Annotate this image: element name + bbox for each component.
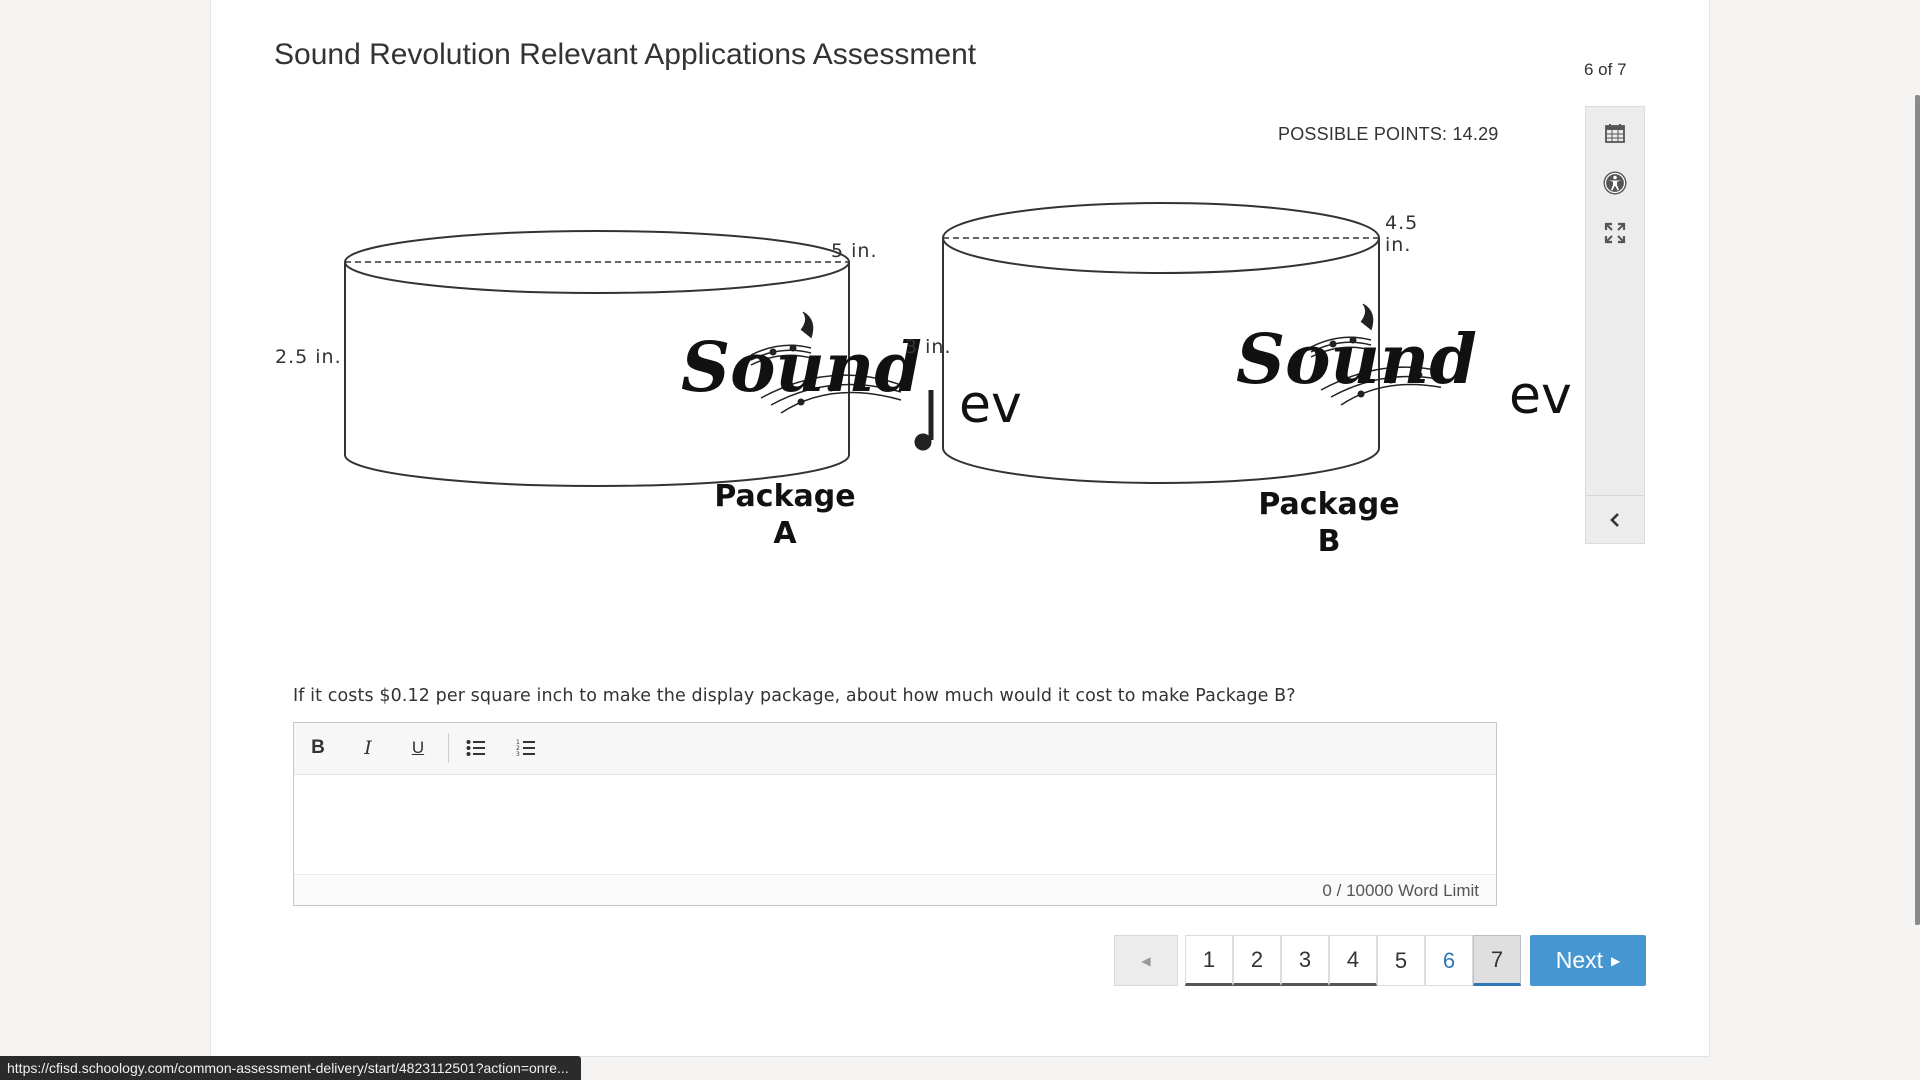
page-button-7[interactable]: 7 bbox=[1473, 935, 1521, 986]
package-b-diameter: 4.5 in. bbox=[1385, 212, 1419, 256]
question-counter: 6 of 7 bbox=[1584, 60, 1627, 79]
bullet-list-icon[interactable] bbox=[458, 731, 494, 765]
package-a-label-line1: Package bbox=[714, 479, 856, 514]
triangle-right-icon: ▶ bbox=[1611, 953, 1621, 968]
triangle-left-icon: ◀ bbox=[1141, 953, 1151, 968]
italic-button[interactable]: I bbox=[350, 731, 386, 765]
svg-text:3: 3 bbox=[516, 751, 520, 757]
word-count: 0 bbox=[1322, 881, 1332, 900]
package-a-height: 2.5 in. bbox=[275, 346, 342, 368]
page-button-4[interactable]: 4 bbox=[1329, 935, 1377, 986]
page-title: Sound Revolution Relevant Applications A… bbox=[274, 38, 977, 71]
answer-text-area[interactable] bbox=[294, 775, 1496, 875]
package-b-logo-suffix: ev bbox=[1509, 366, 1572, 426]
package-b-height: 3 in. bbox=[905, 336, 952, 358]
assessment-page: Sound Revolution Relevant Applications A… bbox=[210, 0, 1710, 1057]
package-a-label: Package A bbox=[685, 478, 885, 552]
word-limit: 0 / 10000 Word Limit bbox=[294, 874, 1496, 905]
chevron-left-icon[interactable] bbox=[1586, 495, 1644, 544]
fullscreen-icon[interactable] bbox=[1586, 213, 1644, 253]
package-a-logo-word: Sound bbox=[681, 328, 922, 408]
vertical-scrollbar[interactable] bbox=[1915, 95, 1920, 925]
page-button-3[interactable]: 3 bbox=[1281, 935, 1329, 986]
package-b-label-line1: Package bbox=[1258, 487, 1400, 522]
underline-button[interactable]: U bbox=[400, 731, 436, 765]
word-limit-label: / 10000 Word Limit bbox=[1336, 881, 1479, 900]
next-button-label: Next bbox=[1555, 947, 1604, 973]
editor-toolbar: B I U 1 2 3 bbox=[294, 723, 1496, 775]
status-bar-url: https://cfisd.schoology.com/common-asses… bbox=[0, 1056, 581, 1080]
toolbar-divider bbox=[448, 733, 449, 763]
package-b-logo-word: Sound bbox=[1236, 320, 1477, 400]
package-b-label-line2: B bbox=[1317, 524, 1341, 559]
page-button-5[interactable]: 5 bbox=[1377, 935, 1425, 986]
question-text: If it costs $0.12 per square inch to mak… bbox=[293, 686, 1296, 706]
page-button-6[interactable]: 6 bbox=[1425, 935, 1473, 986]
package-diagram: 5 in. 2.5 in. Sound ev Package A 4.5 in.… bbox=[275, 180, 1572, 580]
possible-points: POSSIBLE POINTS: 14.29 bbox=[1278, 124, 1499, 144]
next-button[interactable]: Next ▶ bbox=[1530, 935, 1646, 986]
package-a-logo-suffix: ev bbox=[959, 375, 1022, 435]
page-button-1[interactable]: 1 bbox=[1185, 935, 1233, 986]
answer-editor: B I U 1 2 3 0 / 10000 Word Limit bbox=[293, 722, 1497, 906]
page-button-2[interactable]: 2 bbox=[1233, 935, 1281, 986]
accessibility-icon[interactable] bbox=[1586, 163, 1644, 203]
numbered-list-icon[interactable]: 1 2 3 bbox=[508, 731, 544, 765]
package-a-diameter: 5 in. bbox=[831, 240, 878, 262]
calendar-icon[interactable] bbox=[1586, 113, 1644, 153]
bold-button[interactable]: B bbox=[300, 731, 336, 765]
package-a-label-line2: A bbox=[773, 516, 797, 551]
previous-button[interactable]: ◀ bbox=[1114, 935, 1178, 986]
package-b-label: Package B bbox=[1229, 486, 1429, 560]
tool-panel bbox=[1585, 106, 1645, 544]
